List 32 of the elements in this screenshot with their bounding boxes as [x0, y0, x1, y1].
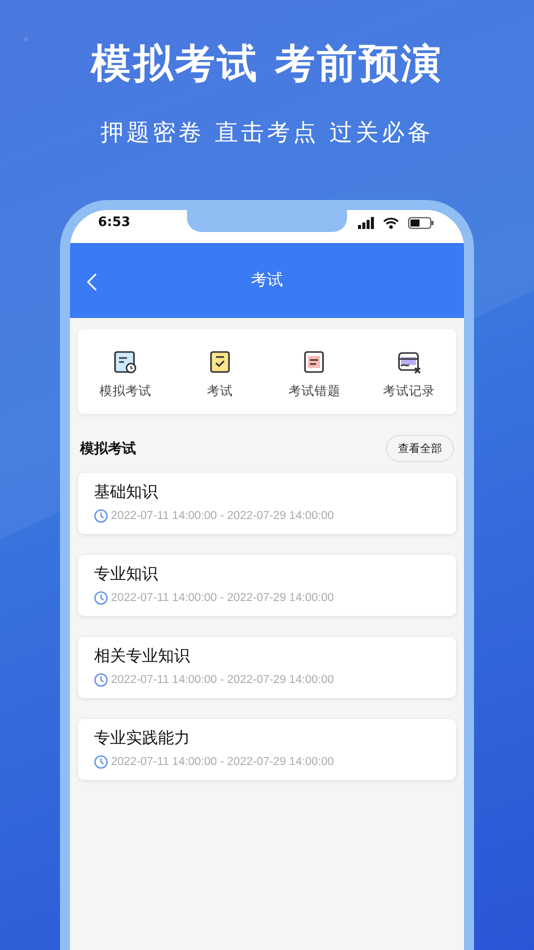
tray-cross-icon — [396, 349, 422, 375]
exam-title: 专业知识 — [94, 564, 159, 585]
exam-card[interactable]: 相关专业知识 2022-07-11 14:00:00 - 2022-07-29 14:00:00 — [78, 637, 456, 698]
section-title: 模拟考试 — [80, 440, 136, 458]
shortcut-label[interactable]: 考试 — [206, 383, 233, 400]
nav-title: 考试 — [251, 270, 283, 291]
status-time: 6:53 — [98, 215, 130, 230]
exam-period: 2022-07-11 14:00:00 - 2022-07-29 14:00:00 — [111, 510, 334, 522]
clock-icon — [94, 755, 108, 769]
exam-period: 2022-07-11 14:00:00 - 2022-07-29 14:00:00 — [111, 674, 334, 686]
exam-period: 2022-07-11 14:00:00 - 2022-07-29 14:00:00 — [111, 592, 334, 604]
shortcut-label[interactable]: 考试记录 — [382, 383, 435, 400]
exam-card[interactable]: 专业知识 2022-07-11 14:00:00 - 2022-07-29 14:00:00 — [78, 555, 456, 616]
shortcut-label[interactable]: 模拟考试 — [99, 383, 152, 400]
exam-title: 专业实践能力 — [94, 728, 191, 749]
wifi-icon — [383, 216, 399, 228]
clock-icon — [94, 673, 108, 687]
signal-icon — [358, 216, 374, 228]
view-all-button[interactable]: 查看全部 — [386, 435, 454, 462]
exam-card[interactable]: 基础知识 2022-07-11 14:00:00 - 2022-07-29 14:00:00 — [78, 473, 456, 534]
back-icon[interactable] — [86, 273, 97, 291]
battery-icon — [408, 216, 434, 228]
exam-card[interactable]: 专业实践能力 2022-07-11 14:00:00 - 2022-07-29 14:00:00 — [78, 719, 456, 780]
banner-subtitle: 押题密卷 直击考点 过关必备 — [100, 119, 434, 148]
clock-icon — [94, 509, 108, 523]
exam-period: 2022-07-11 14:00:00 - 2022-07-29 14:00:00 — [111, 756, 334, 768]
clock-icon — [94, 591, 108, 605]
exam-title: 相关专业知识 — [94, 646, 191, 667]
exam-title: 基础知识 — [94, 482, 159, 503]
document-clock-icon — [112, 349, 138, 375]
shortcut-label[interactable]: 考试错题 — [288, 383, 340, 400]
banner-title: 模拟考试 考前预演 — [91, 40, 443, 88]
